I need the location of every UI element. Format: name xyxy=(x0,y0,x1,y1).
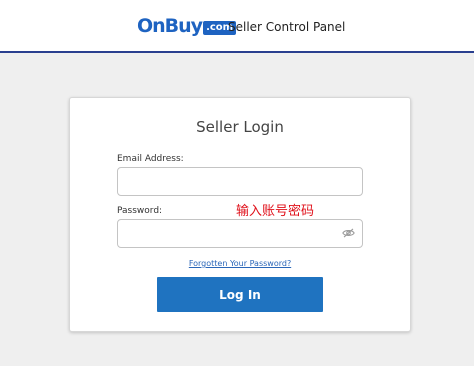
top-header: OnBuy .com Seller Control Panel xyxy=(0,0,474,53)
login-card: Seller Login Email Address: Password: 输入… xyxy=(69,97,411,332)
email-field[interactable] xyxy=(117,167,363,196)
credentials-annotation: 输入账号密码 xyxy=(236,204,315,219)
log-in-button[interactable]: Log In xyxy=(157,277,323,312)
logo-wordmark: OnBuy xyxy=(137,15,203,37)
email-label: Email Address: xyxy=(117,154,184,164)
eye-slash-icon[interactable] xyxy=(342,228,355,238)
password-label: Password: xyxy=(117,206,163,216)
forgot-password-link[interactable]: Forgotten Your Password? xyxy=(70,259,410,268)
password-field[interactable] xyxy=(117,219,363,248)
onbuy-logo[interactable]: OnBuy .com xyxy=(137,15,237,37)
login-title: Seller Login xyxy=(196,118,284,136)
header-title: Seller Control Panel xyxy=(228,20,346,34)
